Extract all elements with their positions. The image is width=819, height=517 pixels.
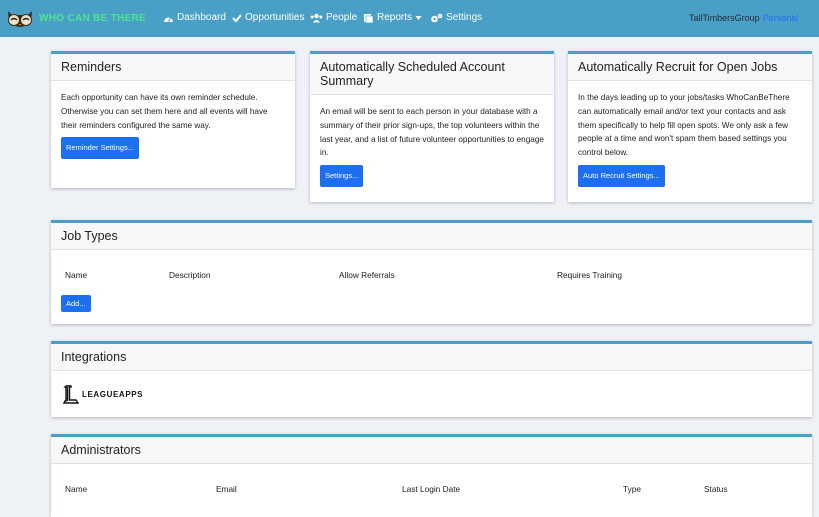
- reminders-title: Reminders: [51, 54, 295, 81]
- brand-name[interactable]: WHO CAN BE THERE: [39, 13, 146, 24]
- reminders-description: Each opportunity can have its own remind…: [61, 93, 268, 130]
- reminder-settings-button[interactable]: Reminder Settings...: [61, 137, 139, 160]
- nav-reports-label: Reports: [377, 12, 413, 23]
- account-type[interactable]: Personal: [763, 13, 799, 23]
- integrations-card: Integrations LEAGUEAPPS: [51, 341, 812, 417]
- summary-settings-button[interactable]: Settings...: [320, 165, 364, 187]
- gears-icon: [431, 13, 443, 22]
- column-header-name[interactable]: Name: [65, 270, 87, 280]
- auto-recruit-description: In the days leading up to your jobs/task…: [578, 93, 790, 158]
- leagueapps-logo-text: LEAGUEAPPS: [82, 390, 144, 399]
- account-summary-description: An email will be sent to each person in …: [320, 107, 544, 158]
- account-info[interactable]: TallTimbersGroup Personal: [689, 13, 798, 23]
- nav-settings[interactable]: Settings: [430, 12, 482, 23]
- job-types-title: Job Types: [51, 223, 812, 250]
- nav-dashboard[interactable]: Dashboard: [163, 12, 226, 23]
- reports-icon: [364, 13, 374, 23]
- dashboard-icon: [164, 16, 173, 22]
- nav-people-label: People: [326, 12, 358, 23]
- nav-dashboard-label: Dashboard: [177, 12, 226, 23]
- caret-down-icon: [415, 15, 422, 20]
- leagueapps-logo-icon: [63, 385, 79, 404]
- account-name[interactable]: TallTimbersGroup: [689, 13, 760, 23]
- leagueapps-integration[interactable]: LEAGUEAPPS: [63, 385, 143, 404]
- nav-settings-label: Settings: [446, 12, 483, 23]
- account-summary-title: Automatically Scheduled Account Summary: [310, 54, 554, 95]
- administrators-title: Administrators: [51, 437, 812, 464]
- job-types-card: Job Types Name Description Allow Referra…: [51, 220, 812, 324]
- nav-people[interactable]: People: [310, 12, 357, 23]
- people-icon: [310, 13, 323, 22]
- integrations-title: Integrations: [51, 344, 812, 371]
- top-navbar: WHO CAN BE THERE Dashboard Opportunities…: [0, 0, 819, 37]
- admin-column-header-email[interactable]: Email: [216, 484, 237, 494]
- admin-column-header-type[interactable]: Type: [623, 484, 641, 494]
- reminders-card: Reminders Each opportunity can have its …: [51, 51, 295, 188]
- nav-opportunities-label: Opportunities: [245, 12, 305, 23]
- admin-column-header-name[interactable]: Name: [65, 484, 87, 494]
- auto-recruit-settings-button[interactable]: Auto Recruit Settings...: [578, 164, 665, 187]
- admin-column-header-last-login[interactable]: Last Login Date: [402, 484, 460, 494]
- add-job-type-button[interactable]: Add...: [61, 295, 91, 312]
- column-header-description[interactable]: Description: [169, 270, 211, 280]
- owl-logo-icon[interactable]: [5, 7, 35, 31]
- column-header-allow-referrals[interactable]: Allow Referrals: [339, 270, 395, 280]
- check-icon: [232, 13, 242, 22]
- admin-column-header-status[interactable]: Status: [704, 484, 728, 494]
- account-summary-card: Automatically Scheduled Account Summary …: [310, 51, 554, 202]
- auto-recruit-card: Automatically Recruit for Open Jobs In t…: [568, 51, 812, 202]
- auto-recruit-title: Automatically Recruit for Open Jobs: [568, 54, 812, 81]
- administrators-card: Administrators Name Email Last Login Dat…: [51, 434, 812, 517]
- nav-opportunities[interactable]: Opportunities: [232, 12, 304, 23]
- column-header-requires-training[interactable]: Requires Training: [557, 270, 622, 280]
- nav-reports[interactable]: Reports: [363, 12, 422, 23]
